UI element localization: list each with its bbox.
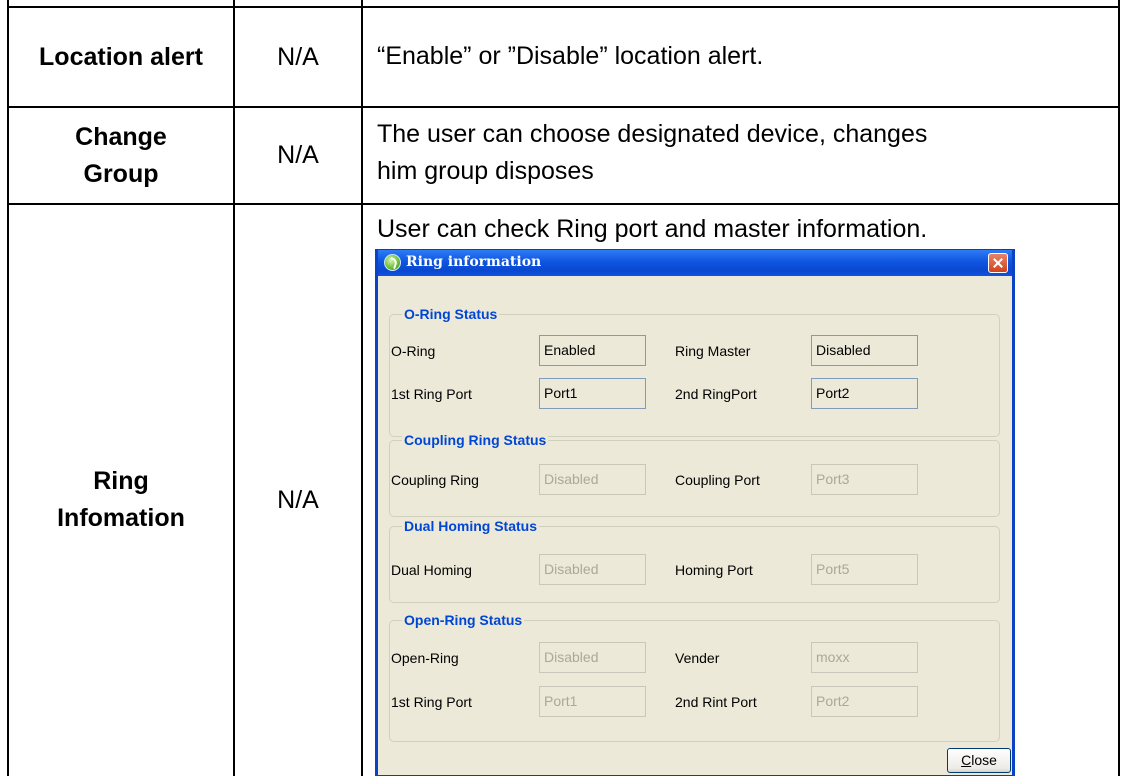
open-second-ring-port-field: Port2 bbox=[811, 686, 918, 717]
cell-text: N/A bbox=[277, 42, 319, 71]
close-button-mnemonic: C bbox=[961, 752, 972, 768]
table-row-border bbox=[7, 203, 1120, 205]
table-cell-location-alert-description: “Enable” or ”Disable” location alert. bbox=[377, 38, 1107, 75]
coupling-port-field: Port3 bbox=[811, 464, 918, 495]
open-first-ring-port-field: Port1 bbox=[539, 686, 646, 717]
vender-field: moxx bbox=[811, 642, 918, 673]
first-ring-port-label: 1st Ring Port bbox=[391, 386, 472, 402]
table-cell-ring-info-value: N/A bbox=[235, 440, 361, 560]
second-ring-port-field: Port2 bbox=[811, 378, 918, 409]
cell-text: Group bbox=[83, 159, 159, 188]
table-cell-ring-info-name: Ring Infomation bbox=[9, 440, 233, 560]
close-button[interactable]: Close bbox=[947, 748, 1011, 773]
oring-field: Enabled bbox=[539, 335, 646, 366]
table-border-right bbox=[1118, 0, 1120, 776]
ring-master-label: Ring Master bbox=[675, 343, 751, 359]
group-title: Coupling Ring Status bbox=[402, 432, 549, 448]
close-icon[interactable] bbox=[988, 253, 1008, 273]
table-cell-location-alert-value: N/A bbox=[235, 8, 361, 106]
coupling-port-label: Coupling Port bbox=[675, 472, 760, 488]
coupling-ring-label: Coupling Ring bbox=[391, 472, 479, 488]
cell-text-line: him group disposes bbox=[377, 157, 594, 185]
ring-information-dialog: Ring information O-Ring Status O-Ring En… bbox=[375, 249, 1015, 776]
dual-homing-field: Disabled bbox=[539, 554, 646, 585]
homing-port-label: Homing Port bbox=[675, 562, 753, 578]
open-ring-field: Disabled bbox=[539, 642, 646, 673]
table-cell-change-group-name: Change Group bbox=[9, 108, 233, 203]
group-title: Dual Homing Status bbox=[402, 518, 540, 534]
group-title: Open-Ring Status bbox=[402, 612, 525, 628]
table-cell-change-group-description: The user can choose designated device, c… bbox=[377, 116, 1111, 190]
cell-text: Ring bbox=[93, 467, 149, 495]
cell-text: “Enable” or ”Disable” location alert. bbox=[377, 42, 764, 70]
cell-text: N/A bbox=[277, 485, 319, 514]
app-icon bbox=[384, 254, 401, 271]
ring-master-field: Disabled bbox=[811, 335, 918, 366]
cell-text: User can check Ring port and master info… bbox=[377, 215, 928, 243]
table-border-col2 bbox=[361, 0, 363, 776]
coupling-ring-field: Disabled bbox=[539, 464, 646, 495]
dialog-titlebar[interactable]: Ring information bbox=[378, 250, 1012, 276]
cell-text-line: The user can choose designated device, c… bbox=[377, 120, 928, 148]
dialog-title: Ring information bbox=[406, 254, 542, 270]
homing-port-field: Port5 bbox=[811, 554, 918, 585]
cell-text: Infomation bbox=[57, 504, 185, 532]
oring-label: O-Ring bbox=[391, 343, 436, 359]
first-ring-port-field: Port1 bbox=[539, 378, 646, 409]
table-cell-location-alert-name: Location alert bbox=[9, 8, 233, 106]
oring-status-group: O-Ring Status bbox=[389, 307, 1000, 437]
cell-text: N/A bbox=[277, 141, 319, 169]
open-ring-status-group: Open-Ring Status bbox=[389, 613, 1000, 742]
cell-text: Change bbox=[75, 122, 167, 151]
group-title: O-Ring Status bbox=[402, 306, 500, 322]
cell-text: Location alert bbox=[39, 42, 203, 71]
vender-label: Vender bbox=[675, 650, 720, 666]
table-cell-ring-info-description: User can check Ring port and master info… bbox=[377, 211, 1117, 248]
dual-homing-label: Dual Homing bbox=[391, 562, 472, 578]
open-first-ring-port-label: 1st Ring Port bbox=[391, 694, 472, 710]
close-button-label: lose bbox=[971, 752, 997, 768]
second-ring-port-label: 2nd RingPort bbox=[675, 386, 757, 402]
open-ring-label: Open-Ring bbox=[391, 650, 459, 666]
table-cell-change-group-value: N/A bbox=[235, 108, 361, 203]
open-second-ring-port-label: 2nd Rint Port bbox=[675, 694, 757, 710]
